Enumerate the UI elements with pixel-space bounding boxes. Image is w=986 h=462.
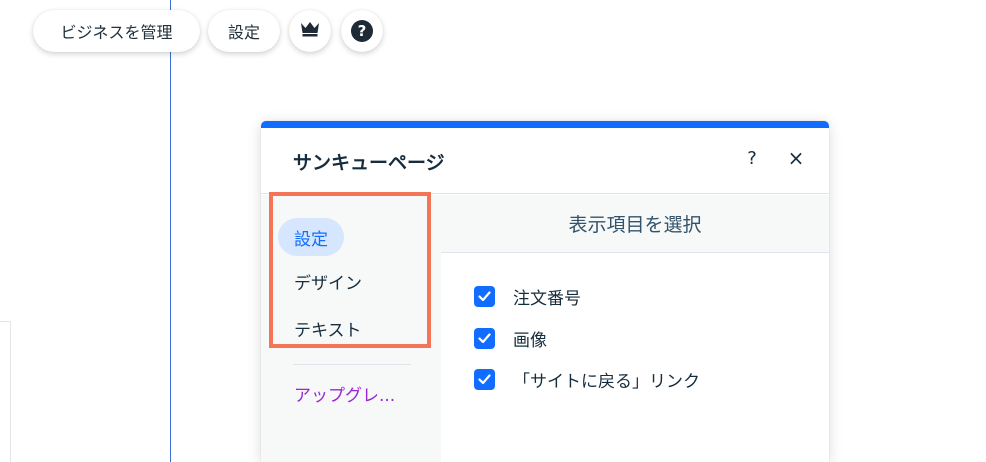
- settings-label: 設定: [227, 23, 260, 42]
- help-button[interactable]: ?: [341, 10, 383, 52]
- crown-icon: [300, 21, 320, 41]
- upgrade-link[interactable]: アップグレ...: [294, 381, 395, 406]
- upgrade-crown-button[interactable]: [289, 10, 331, 52]
- checkbox-checked-icon[interactable]: [474, 327, 495, 349]
- tab-settings[interactable]: 設定: [278, 218, 344, 256]
- panel-help-button[interactable]: ?: [740, 146, 764, 170]
- left-frame-edge: [0, 321, 11, 462]
- tab-design[interactable]: デザイン: [278, 262, 378, 300]
- tab-text[interactable]: テキスト: [278, 309, 378, 347]
- option-order-number[interactable]: 注文番号: [474, 285, 581, 309]
- sidebar-divider: [293, 364, 411, 365]
- guide-line: [170, 0, 171, 462]
- panel-content: 表示項目を選択 注文番号 画像 「サイトに戻る」リンク: [441, 195, 829, 462]
- help-icon: ?: [351, 20, 373, 42]
- option-label: 「サイトに戻る」リンク: [513, 371, 700, 392]
- option-back-to-site-link[interactable]: 「サイトに戻る」リンク: [474, 368, 700, 392]
- option-label: 画像: [513, 330, 547, 351]
- option-image[interactable]: 画像: [474, 327, 547, 351]
- manage-business-label: ビジネスを管理: [60, 23, 173, 42]
- panel-title: サンキューページ: [293, 152, 445, 174]
- section-title: 表示項目を選択: [441, 195, 829, 253]
- manage-business-button[interactable]: ビジネスを管理: [33, 10, 200, 52]
- thank-you-page-panel: サンキューページ ? × 設定 デザイン テキスト アップグレ... 表示項目を…: [261, 121, 829, 462]
- checkbox-checked-icon[interactable]: [474, 368, 495, 390]
- panel-header: サンキューページ ? ×: [261, 128, 829, 194]
- checkbox-checked-icon[interactable]: [474, 285, 495, 307]
- panel-close-button[interactable]: ×: [784, 146, 808, 170]
- option-label: 注文番号: [513, 288, 581, 309]
- settings-button[interactable]: 設定: [208, 10, 280, 52]
- panel-sidebar: 設定 デザイン テキスト アップグレ...: [261, 195, 441, 462]
